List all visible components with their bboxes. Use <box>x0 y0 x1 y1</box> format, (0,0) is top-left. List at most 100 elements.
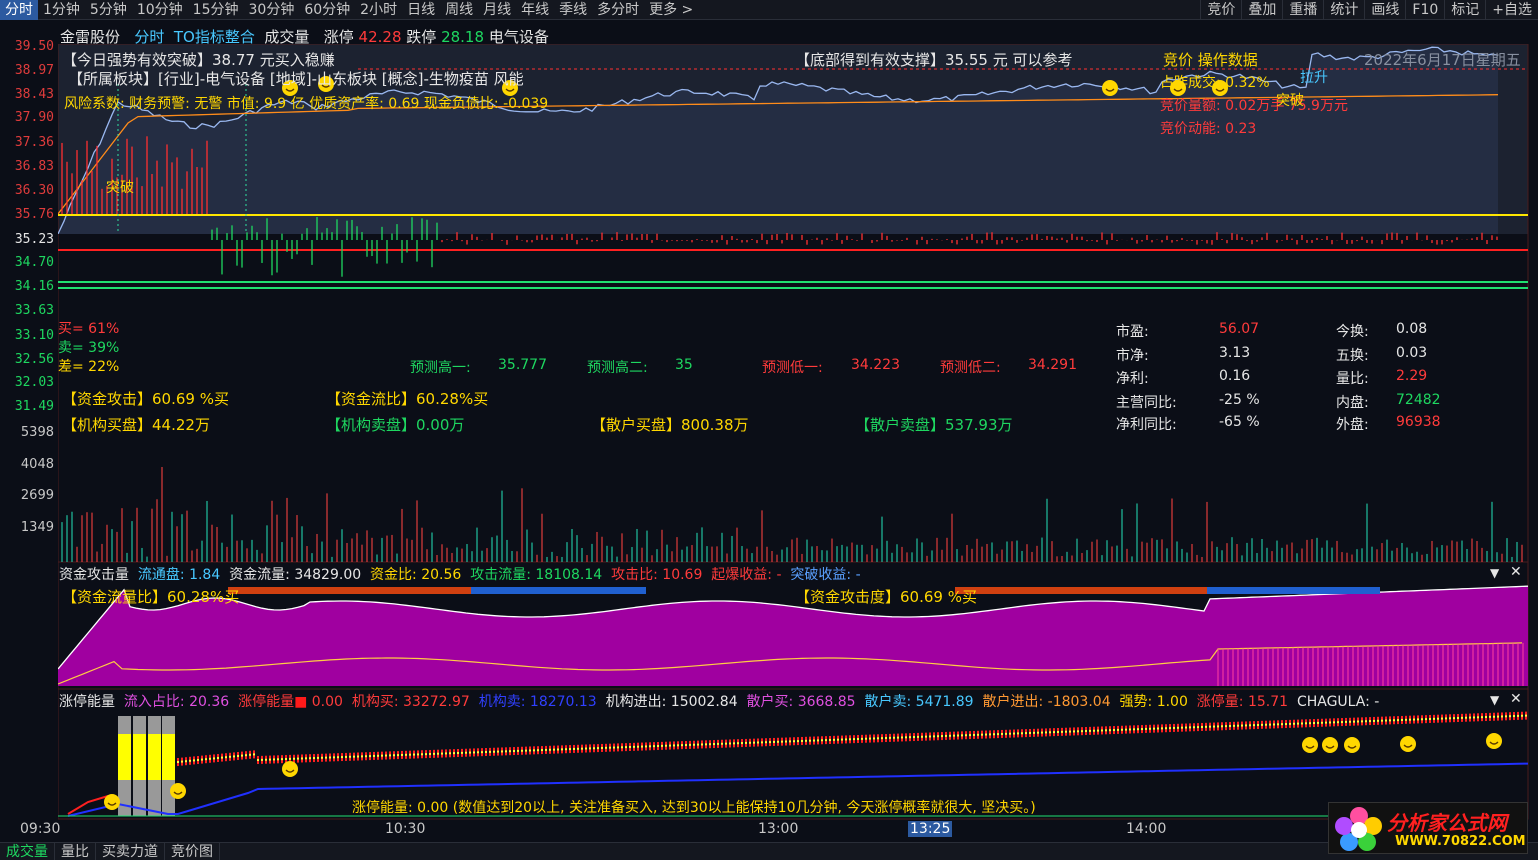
pe-label: 市盈: <box>1116 324 1149 340</box>
panel2-title[interactable]: 资金攻击量 <box>59 567 129 583</box>
panel2-close-icon[interactable]: ✕ <box>1510 564 1522 580</box>
attack-flow-label: 攻击流量: <box>470 567 531 583</box>
timeframe-tab[interactable]: 分时 <box>0 0 38 20</box>
np-growth-label: 净利同比: <box>1116 417 1177 433</box>
inflow-value: 20.36 <box>189 694 230 710</box>
ratio-label: 资金比: <box>370 567 417 583</box>
price-tick: 34.70 <box>14 255 54 270</box>
sell-ratio: 卖= 39% <box>58 340 120 356</box>
flow-ratio-note: 【资金流量比】60.28%买 <box>62 588 240 606</box>
timeframe-tab[interactable]: 月线 <box>478 0 516 20</box>
risk-note: 风险系数: 财务预警: 无警 市值: 9.9 亿 优质资产率: 0.69 现金负… <box>64 96 549 112</box>
panel3-close-icon[interactable]: ✕ <box>1510 691 1522 707</box>
toolbar-button[interactable]: F10 <box>1405 0 1444 20</box>
volume-ratio-value: 2.29 <box>1396 368 1428 384</box>
panel2-header: 资金攻击量 流通盘: 1.84 资金流量: 34829.00 资金比: 20.5… <box>59 564 861 584</box>
logo-url: WWW.70822.COM <box>1395 834 1526 849</box>
timeframe-tab[interactable]: 日线 <box>402 0 440 20</box>
toolbar-button[interactable]: 叠加 <box>1241 0 1282 20</box>
timeframe-tab[interactable]: 季线 <box>554 0 592 20</box>
time-tick: 09:30 <box>20 821 61 837</box>
attack-ratio-label: 攻击比: <box>611 567 658 583</box>
retail-sell: 【散户卖盘】537.93万 <box>855 416 1013 434</box>
lift-tag: 拉升 <box>1300 70 1328 86</box>
np-label: 净利: <box>1116 371 1149 387</box>
inst-buy-label: 机构买: <box>351 694 399 710</box>
price-tick: 35.23 <box>14 232 54 247</box>
price-tick: 36.83 <box>14 159 54 174</box>
inst-sell-value: 18270.13 <box>529 694 597 710</box>
price-tick: 33.10 <box>14 328 54 343</box>
np-value: 0.16 <box>1219 368 1251 384</box>
smiley-icon <box>1486 733 1502 749</box>
breakout-gain-label: 突破收益: <box>790 567 852 583</box>
timeframe-tab[interactable]: 更多 > <box>644 0 698 20</box>
date-label: 2022年6月17日星期五 <box>1364 51 1521 69</box>
rev-growth-value: -25 % <box>1219 392 1260 408</box>
smiley-icon <box>1322 737 1338 753</box>
limit-vol-value: 15.71 <box>1247 694 1289 710</box>
timeframe-tab[interactable]: 30分钟 <box>244 0 300 20</box>
panel3-dropdown-icon[interactable]: ▼ <box>1490 693 1499 707</box>
timeframe-tab[interactable]: 1分钟 <box>38 0 85 20</box>
retail-sell-value: 5471.89 <box>915 694 974 710</box>
outer-label: 外盘: <box>1336 417 1369 433</box>
auction-momentum: 竞价动能: 0.23 <box>1160 121 1257 137</box>
timeframe-tab[interactable]: 多分时 <box>592 0 644 20</box>
pb-label: 市净: <box>1116 348 1149 364</box>
float-value: 1.84 <box>189 567 221 583</box>
retail-buy: 【散户买盘】800.38万 <box>591 416 749 434</box>
footer-tabs: 成交量 量比 买卖力道 竞价图 <box>0 842 1538 860</box>
energy-column-yellow <box>118 734 131 780</box>
timeframe-tab[interactable]: 2小时 <box>355 0 402 20</box>
flow-label: 资金流量: <box>229 567 290 583</box>
footer-tab[interactable]: 量比 <box>55 843 96 860</box>
toolbar-button[interactable]: 统计 <box>1323 0 1364 20</box>
smiley-icon <box>1400 736 1416 752</box>
breakout-tag: 突破 <box>106 180 134 196</box>
timeframe-tab[interactable]: 周线 <box>440 0 478 20</box>
smiley-icon <box>104 794 120 810</box>
toolbar-button[interactable]: 标记 <box>1444 0 1485 20</box>
volume-tick: 5398 <box>20 425 54 440</box>
inst-sell: 【机构卖盘】0.00万 <box>326 416 465 434</box>
time-tick: 10:30 <box>385 821 426 837</box>
inner-label: 内盘: <box>1336 395 1369 411</box>
retail-buy-value: 3668.85 <box>797 694 856 710</box>
panel2-dropdown-icon[interactable]: ▼ <box>1490 566 1499 580</box>
predict-high1-label: 预测高一: <box>410 360 471 376</box>
smiley-icon <box>1344 737 1360 753</box>
limit-vol-label: 涨停量: <box>1196 694 1244 710</box>
site-logo: 分析家公式网 WWW.70822.COM <box>1328 802 1528 854</box>
predict-low1-label: 预测低一: <box>762 360 823 376</box>
float-label: 流通盘: <box>137 567 185 583</box>
timeframe-tab[interactable]: 5分钟 <box>85 0 132 20</box>
breakout-gain-value: - <box>855 567 861 583</box>
energy-column-yellow <box>148 734 161 780</box>
volume-tick: 4048 <box>20 457 54 472</box>
boom-label: 起爆收益: <box>711 567 772 583</box>
footer-tab[interactable]: 竞价图 <box>165 843 220 860</box>
toolbar-button[interactable]: 画线 <box>1364 0 1405 20</box>
attack-degree-note: 【资金攻击度】60.69 %买 <box>795 588 977 606</box>
time-tick: 14:00 <box>1126 821 1167 837</box>
attack-ratio-value: 10.69 <box>662 567 703 583</box>
price-tick: 35.76 <box>14 207 54 222</box>
sector-note: 【所属板块】[行业]-电气设备 [地域]-山东板块 [概念]-生物疫苗 风能 <box>68 70 524 88</box>
timeframe-tab[interactable]: 60分钟 <box>299 0 355 20</box>
flow-value: 34829.00 <box>294 567 362 583</box>
timeframe-tab[interactable]: 年线 <box>516 0 554 20</box>
panel3-title[interactable]: 涨停能量 <box>59 694 115 710</box>
timeframe-tab[interactable]: 10分钟 <box>132 0 188 20</box>
smiley-icon <box>1302 737 1318 753</box>
toolbar-button[interactable]: 竞价 <box>1200 0 1241 20</box>
footer-tab[interactable]: 成交量 <box>0 843 55 860</box>
timeframe-tab[interactable]: 15分钟 <box>188 0 244 20</box>
auction-amount: 竞价量额: 0.02万手 75.9万元 <box>1160 98 1348 114</box>
toolbar-button[interactable]: 重播 <box>1282 0 1323 20</box>
toolbar-button[interactable]: +自选 <box>1485 0 1538 20</box>
predict-low2-label: 预测低二: <box>940 360 1001 376</box>
price-tick: 38.43 <box>14 87 54 102</box>
turnover-value: 0.08 <box>1396 321 1428 337</box>
footer-tab[interactable]: 买卖力道 <box>96 843 165 860</box>
